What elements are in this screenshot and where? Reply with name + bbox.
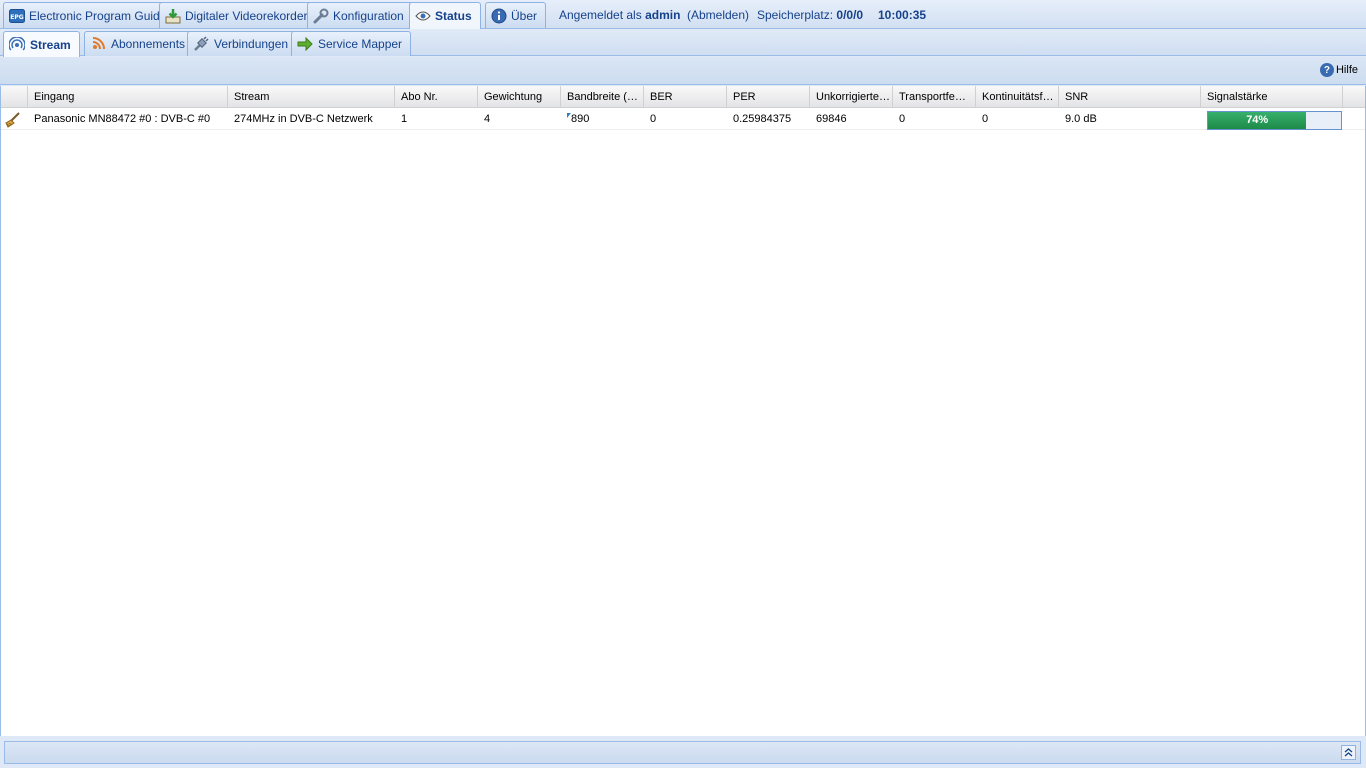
help-button[interactable]: ? Hilfe: [1319, 63, 1358, 77]
column-header-bandbreite[interactable]: Bandbreite (…: [561, 86, 644, 108]
subtab-service-mapper[interactable]: Service Mapper: [291, 31, 412, 56]
download-icon: [165, 8, 181, 24]
help-label: Hilfe: [1335, 64, 1358, 76]
username: admin: [645, 8, 681, 22]
tab-label: Electronic Program Guide: [29, 8, 167, 23]
double-chevron-up-icon: [1344, 748, 1353, 757]
stream-icon: [9, 36, 25, 53]
stream-grid: Eingang Stream Abo Nr. Gewichtung Bandbr…: [0, 86, 1366, 736]
cell-bandbreite-value: 890: [571, 113, 590, 125]
tab-label: Über: [511, 8, 538, 23]
info-icon: [491, 8, 507, 24]
subtab-label: Service Mapper: [318, 37, 403, 51]
cell-transportfehler: 0: [899, 113, 906, 125]
column-header-eingang[interactable]: Eingang: [28, 86, 228, 108]
tab-ueber[interactable]: Über: [485, 2, 547, 28]
storage-info: Speicherplatz: 0/0/0: [757, 8, 864, 22]
main-tab-bar: EPG Electronic Program Guide Digitaler V…: [0, 0, 1366, 29]
tab-status[interactable]: Status: [409, 2, 481, 29]
subscriptions-icon: [90, 36, 106, 52]
column-header-snr[interactable]: SNR: [1059, 86, 1201, 108]
logged-in-as: Angemeldet als admin: [559, 8, 681, 22]
cell-bandbreite: 890: [561, 109, 644, 130]
plug-icon: [193, 36, 209, 52]
signal-strength-label: 74%: [1246, 114, 1269, 126]
cell-eingang: Panasonic MN88472 #0 : DVB-C #0: [34, 113, 211, 125]
bottom-panel-bar: [4, 741, 1361, 764]
grid-header: Eingang Stream Abo Nr. Gewichtung Bandbr…: [1, 86, 1365, 108]
help-icon: ?: [1319, 63, 1334, 77]
column-header-abo-nr[interactable]: Abo Nr.: [395, 86, 478, 108]
wrench-icon: [313, 8, 329, 24]
table-row[interactable]: Panasonic MN88472 #0 : DVB-C #0 274MHz i…: [1, 109, 1365, 130]
storage-value: 0/0/0: [836, 8, 864, 22]
cell-snr: 9.0 dB: [1065, 113, 1097, 125]
column-header-icon: [1, 86, 28, 108]
signal-strength-bar: 74%: [1207, 111, 1342, 130]
column-header-kontinuitaetsfehler[interactable]: Kontinuitätsf…: [976, 86, 1059, 108]
column-header-transportfehler[interactable]: Transportfe…: [893, 86, 976, 108]
epg-icon: EPG: [9, 8, 25, 24]
column-header-ber[interactable]: BER: [644, 86, 727, 108]
cell-ber: 0: [650, 113, 657, 125]
tab-electronic-program-guide[interactable]: EPG Electronic Program Guide: [3, 2, 176, 28]
eye-icon: [415, 8, 431, 24]
column-header-gewichtung[interactable]: Gewichtung: [478, 86, 561, 108]
cell-per: 0.25984375: [733, 113, 792, 125]
column-header-per[interactable]: PER: [727, 86, 810, 108]
dirty-flag-icon: [567, 113, 571, 118]
column-header-unkorrigierte[interactable]: Unkorrigierte…: [810, 86, 893, 108]
column-header-stream[interactable]: Stream: [228, 86, 395, 108]
arrow-right-icon: [297, 36, 313, 52]
svg-text:EPG: EPG: [10, 14, 23, 21]
grid-toolbar: ? Hilfe: [0, 57, 1366, 85]
subtab-label: Abonnements: [111, 37, 186, 51]
logout-link[interactable]: (Abmelden): [687, 8, 749, 22]
cell-signalstaerke: 74%: [1201, 109, 1349, 131]
sub-tab-bar: Stream Abonnements Verbindungen Service …: [0, 29, 1366, 57]
subtab-label: Verbindungen: [214, 37, 289, 51]
clock: 10:00:35: [878, 8, 927, 22]
cell-stream: 274MHz in DVB-C Netzwerk: [234, 113, 373, 125]
cell-gewichtung: 4: [484, 113, 491, 125]
tab-digitaler-videorekorder[interactable]: Digitaler Videorekorder: [159, 2, 317, 28]
column-header-signalstaerke[interactable]: Signalstärke: [1201, 86, 1343, 108]
subtab-abonnements[interactable]: Abonnements: [84, 31, 195, 56]
tab-label: Digitaler Videorekorder: [185, 8, 308, 23]
tab-label: Konfiguration: [333, 8, 404, 23]
broom-icon[interactable]: [1, 109, 28, 130]
subtab-label: Stream: [30, 37, 71, 52]
subtab-stream[interactable]: Stream: [3, 31, 80, 57]
tab-label: Status: [435, 9, 472, 23]
subtab-verbindungen[interactable]: Verbindungen: [187, 31, 298, 56]
cell-unkorrigierte: 69846: [816, 113, 847, 125]
tab-konfiguration[interactable]: Konfiguration: [307, 2, 413, 28]
expand-panel-button[interactable]: [1341, 745, 1356, 760]
cell-kontinuitaetsfehler: 0: [982, 113, 989, 125]
cell-abo-nr: 1: [401, 113, 408, 125]
